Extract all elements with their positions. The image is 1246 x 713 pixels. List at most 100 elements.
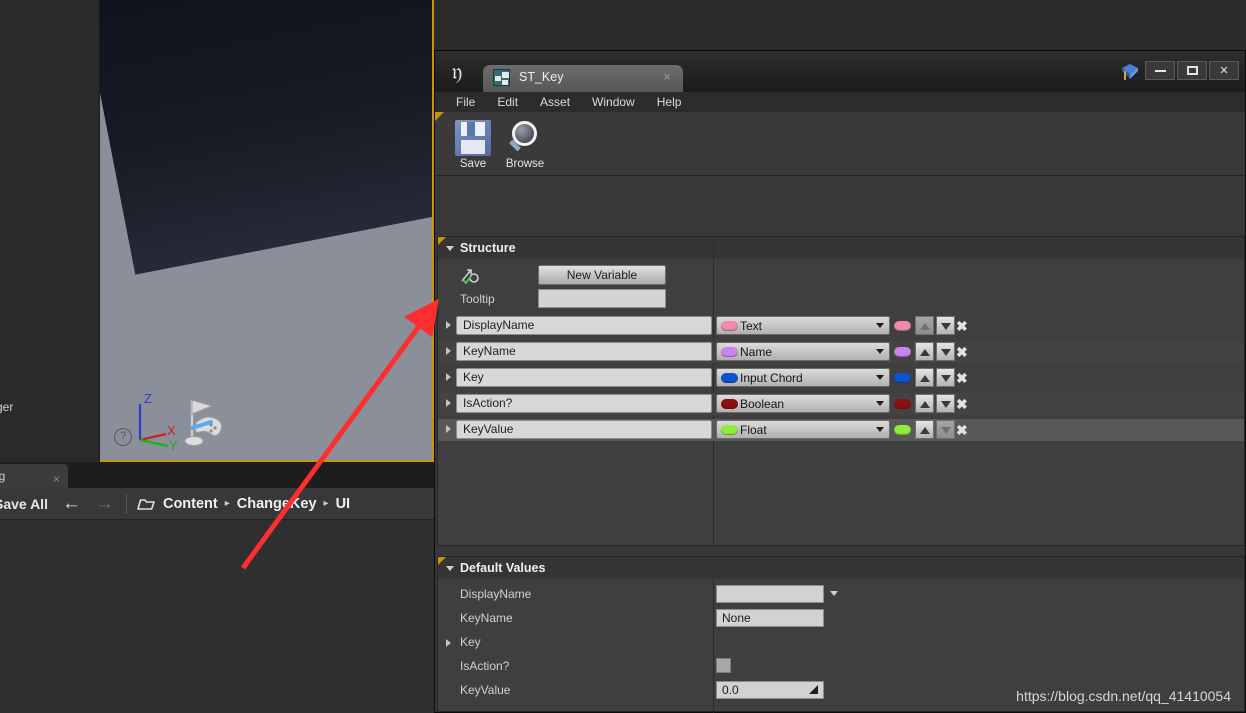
move-down-button[interactable]: [936, 368, 955, 387]
breadcrumb-item-content[interactable]: Content: [163, 496, 218, 512]
default-row-displayname[interactable]: DisplayName: [438, 583, 1244, 607]
forward-arrow-icon[interactable]: →: [95, 493, 114, 515]
tooltip-input[interactable]: [538, 289, 666, 308]
variable-gear-icon: [460, 267, 480, 285]
chevron-down-icon[interactable]: [830, 591, 838, 596]
displayname-value-input[interactable]: [716, 585, 824, 603]
expand-triangle-icon[interactable]: [446, 639, 451, 647]
menu-window[interactable]: Window: [581, 95, 646, 109]
collapse-triangle-icon[interactable]: [446, 566, 454, 571]
type-color-pill: [721, 321, 738, 331]
move-up-button[interactable]: [915, 342, 934, 361]
move-down-button[interactable]: [936, 342, 955, 361]
viewport-help-icon[interactable]: ?: [114, 428, 132, 446]
move-up-button[interactable]: [915, 368, 934, 387]
variable-name-input[interactable]: KeyValue: [456, 420, 712, 439]
isaction-checkbox[interactable]: [716, 658, 731, 673]
player-start-gamepad-icon: [178, 392, 230, 448]
minimize-button[interactable]: [1145, 61, 1175, 80]
expand-triangle-icon[interactable]: [446, 425, 451, 433]
keyvalue-text: 0.0: [722, 683, 739, 697]
chevron-down-icon: [876, 349, 884, 354]
content-browser-toolbar: Save All ← → Content ▸ ChangeKey ▸ UI: [0, 488, 434, 520]
variable-type-dropdown[interactable]: Text: [716, 316, 890, 335]
type-color-swatch[interactable]: [894, 373, 911, 383]
remove-variable-button[interactable]: ✖: [956, 396, 968, 413]
editor-toolbar: Save Browse: [435, 112, 1245, 176]
remove-variable-button[interactable]: ✖: [956, 422, 968, 439]
expand-triangle-icon[interactable]: [446, 347, 451, 355]
back-arrow-icon[interactable]: ←: [62, 493, 81, 515]
structure-panel: Structure New Variable Tooltip DisplayNa…: [437, 236, 1245, 546]
save-button[interactable]: Save: [445, 120, 501, 170]
expand-triangle-icon[interactable]: [446, 321, 451, 329]
move-up-button: [915, 316, 934, 335]
editor-tab-st-key[interactable]: ST_Key ×: [483, 65, 683, 92]
menu-asset[interactable]: Asset: [529, 95, 581, 109]
remove-variable-button[interactable]: ✖: [956, 318, 968, 335]
structure-panel-header[interactable]: Structure: [438, 237, 1244, 259]
breadcrumb: Content ▸ ChangeKey ▸ UI: [137, 496, 350, 512]
variable-name-input[interactable]: IsAction?: [456, 394, 712, 413]
keyname-value-input[interactable]: None: [716, 609, 824, 627]
variable-name-input[interactable]: DisplayName: [456, 316, 712, 335]
breadcrumb-item-ui[interactable]: UI: [336, 496, 351, 512]
structure-panel-title: Structure: [460, 241, 516, 255]
expand-triangle-icon[interactable]: [446, 373, 451, 381]
unreal-engine-logo: 𝔶: [443, 59, 471, 85]
move-up-button[interactable]: [915, 394, 934, 413]
variable-type-dropdown[interactable]: Boolean: [716, 394, 890, 413]
menu-file[interactable]: File: [445, 95, 486, 109]
type-color-swatch[interactable]: [894, 347, 911, 357]
variable-row-key[interactable]: Key Input Chord ✖: [438, 367, 1244, 389]
variable-row-isaction[interactable]: IsAction? Boolean ✖: [438, 393, 1244, 415]
default-row-isaction[interactable]: IsAction?: [438, 655, 1244, 679]
move-down-button[interactable]: [936, 316, 955, 335]
collapse-triangle-icon[interactable]: [446, 246, 454, 251]
floppy-disk-icon: [455, 120, 491, 156]
default-values-panel-header[interactable]: Default Values: [438, 557, 1244, 579]
level-viewport[interactable]: Z X Y ?: [100, 0, 434, 462]
close-button[interactable]: ✕: [1209, 61, 1239, 80]
remove-variable-button[interactable]: ✖: [956, 370, 968, 387]
type-color-swatch[interactable]: [894, 425, 911, 435]
variable-type-dropdown[interactable]: Input Chord: [716, 368, 890, 387]
variable-type-dropdown[interactable]: Float: [716, 420, 890, 439]
save-button-label: Save: [445, 158, 501, 170]
variable-name-input[interactable]: KeyName: [456, 342, 712, 361]
remove-variable-button[interactable]: ✖: [956, 344, 968, 361]
variable-row-keyvalue[interactable]: KeyValue Float ✖: [438, 419, 1244, 441]
variable-row-keyname[interactable]: KeyName Name ✖: [438, 341, 1244, 363]
keyvalue-value-input[interactable]: 0.0: [716, 681, 824, 699]
toolbar-corner-marker: [435, 112, 444, 121]
new-variable-button[interactable]: New Variable: [538, 265, 666, 285]
type-color-swatch[interactable]: [894, 321, 911, 331]
menu-help[interactable]: Help: [646, 95, 693, 109]
move-down-button[interactable]: [936, 394, 955, 413]
window-titlebar[interactable]: 𝔶 ST_Key × ✕: [435, 51, 1245, 92]
variable-name-input[interactable]: Key: [456, 368, 712, 387]
breadcrumb-item-changekey[interactable]: ChangeKey: [237, 496, 317, 512]
variable-type-dropdown[interactable]: Name: [716, 342, 890, 361]
spinner-icon[interactable]: [809, 685, 818, 694]
default-row-keyname[interactable]: KeyName None: [438, 607, 1244, 631]
browse-button[interactable]: Browse: [497, 120, 553, 170]
content-browser-tab[interactable]: og ×: [0, 464, 68, 488]
type-color-pill: [721, 347, 738, 357]
default-row-key[interactable]: Key: [438, 631, 1244, 655]
type-color-swatch[interactable]: [894, 399, 911, 409]
menu-edit[interactable]: Edit: [486, 95, 529, 109]
expand-triangle-icon[interactable]: [446, 399, 451, 407]
folder-icon[interactable]: [137, 496, 156, 511]
save-all-button[interactable]: Save All: [0, 496, 48, 512]
viewport-sky: [100, 0, 434, 275]
move-up-button[interactable]: [915, 420, 934, 439]
window-controls: ✕: [1145, 61, 1239, 80]
maximize-button[interactable]: [1177, 61, 1207, 80]
close-icon[interactable]: ×: [663, 69, 671, 84]
menu-bar: File Edit Asset Window Help: [435, 92, 1245, 112]
default-label: DisplayName: [460, 587, 531, 601]
move-down-button: [936, 420, 955, 439]
variable-row-displayname[interactable]: DisplayName Text ✖: [438, 315, 1244, 337]
type-color-pill: [721, 399, 738, 409]
